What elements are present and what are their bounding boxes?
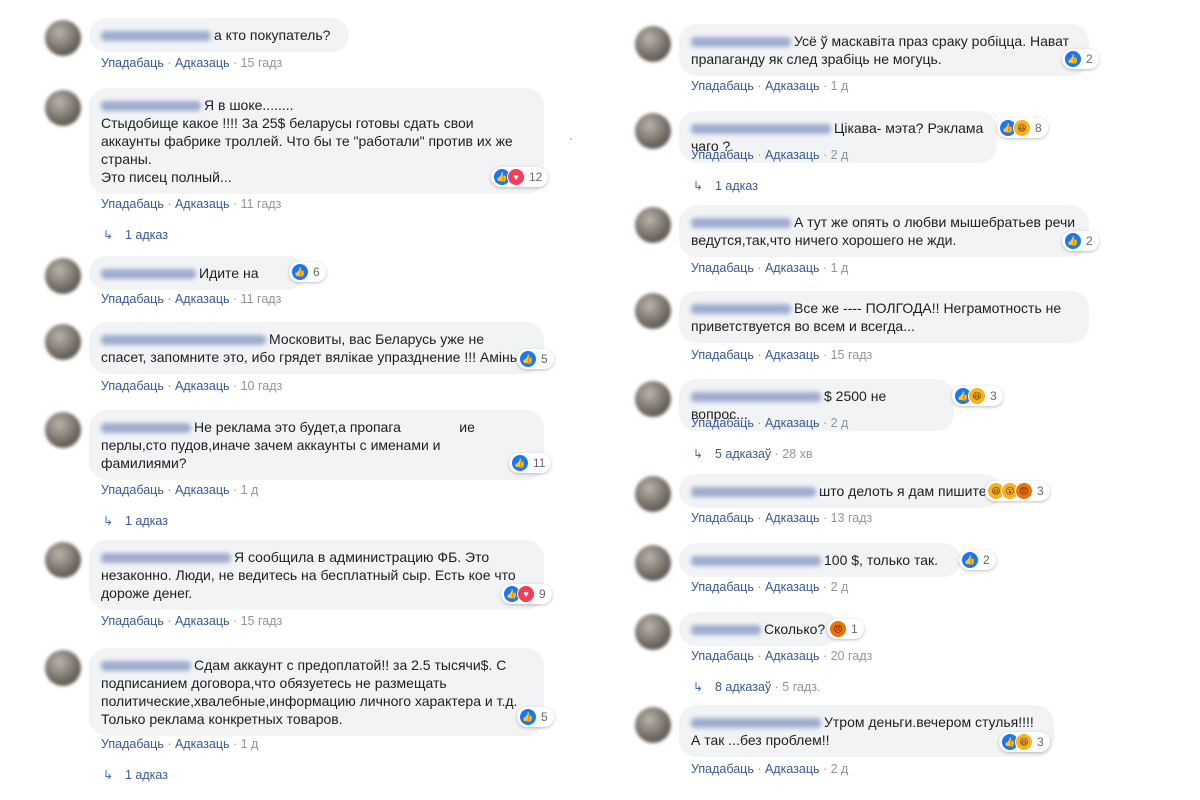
like-link[interactable]: Упадабаць [101,737,164,751]
like-reaction-icon: 👍 [519,708,537,726]
like-link[interactable]: Упадабаць [691,762,754,776]
haha-reaction-icon: 😆 [1015,733,1033,751]
reply-link[interactable]: Адказаць [175,737,230,751]
reaction-count: 5 [541,710,548,724]
right-comment-column: Усё ў маскавіта праз сраку робіцца. Нава… [635,0,1200,800]
comment-actions: Упадабаць · Адказаць · 2 д [691,762,848,776]
reactions-badge[interactable]: 👍 5 [517,707,554,727]
separator: · [819,762,831,776]
reply-link[interactable]: Адказаць [765,762,820,776]
comment-item: Сдам аккаунт с предоплатой!! за 2.5 тыся… [45,0,625,800]
divider-dot [570,138,572,140]
reaction-count: 3 [1037,735,1044,749]
replies-count-label[interactable]: 1 адказ [125,768,168,782]
view-replies-link[interactable]: ↳ 1 адказ [103,768,168,782]
comment-item: Утром деньги.вечером стулья!!!! А так ..… [635,0,1200,800]
left-comment-column: а кто покупатель? Упадабаць · Адказаць · … [45,0,625,800]
comment-bubble: Утром деньги.вечером стулья!!!! А так ..… [679,705,1054,757]
reply-arrow-icon: ↳ [103,768,114,782]
avatar[interactable] [635,707,671,743]
author-name-blurred[interactable] [691,718,821,729]
reactions-badge[interactable]: 👍 😆 3 [999,732,1050,752]
author-name-blurred[interactable] [101,661,191,672]
comment-timestamp[interactable]: 1 д [241,737,259,751]
comment-bubble: Сдам аккаунт с предоплатой!! за 2.5 тыся… [89,648,544,736]
separator: · [229,737,241,751]
separator: · [753,762,765,776]
avatar[interactable] [45,650,81,686]
comment-actions: Упадабаць · Адказаць · 1 д [101,737,258,751]
comment-timestamp[interactable]: 2 д [831,762,849,776]
separator: · [163,737,175,751]
